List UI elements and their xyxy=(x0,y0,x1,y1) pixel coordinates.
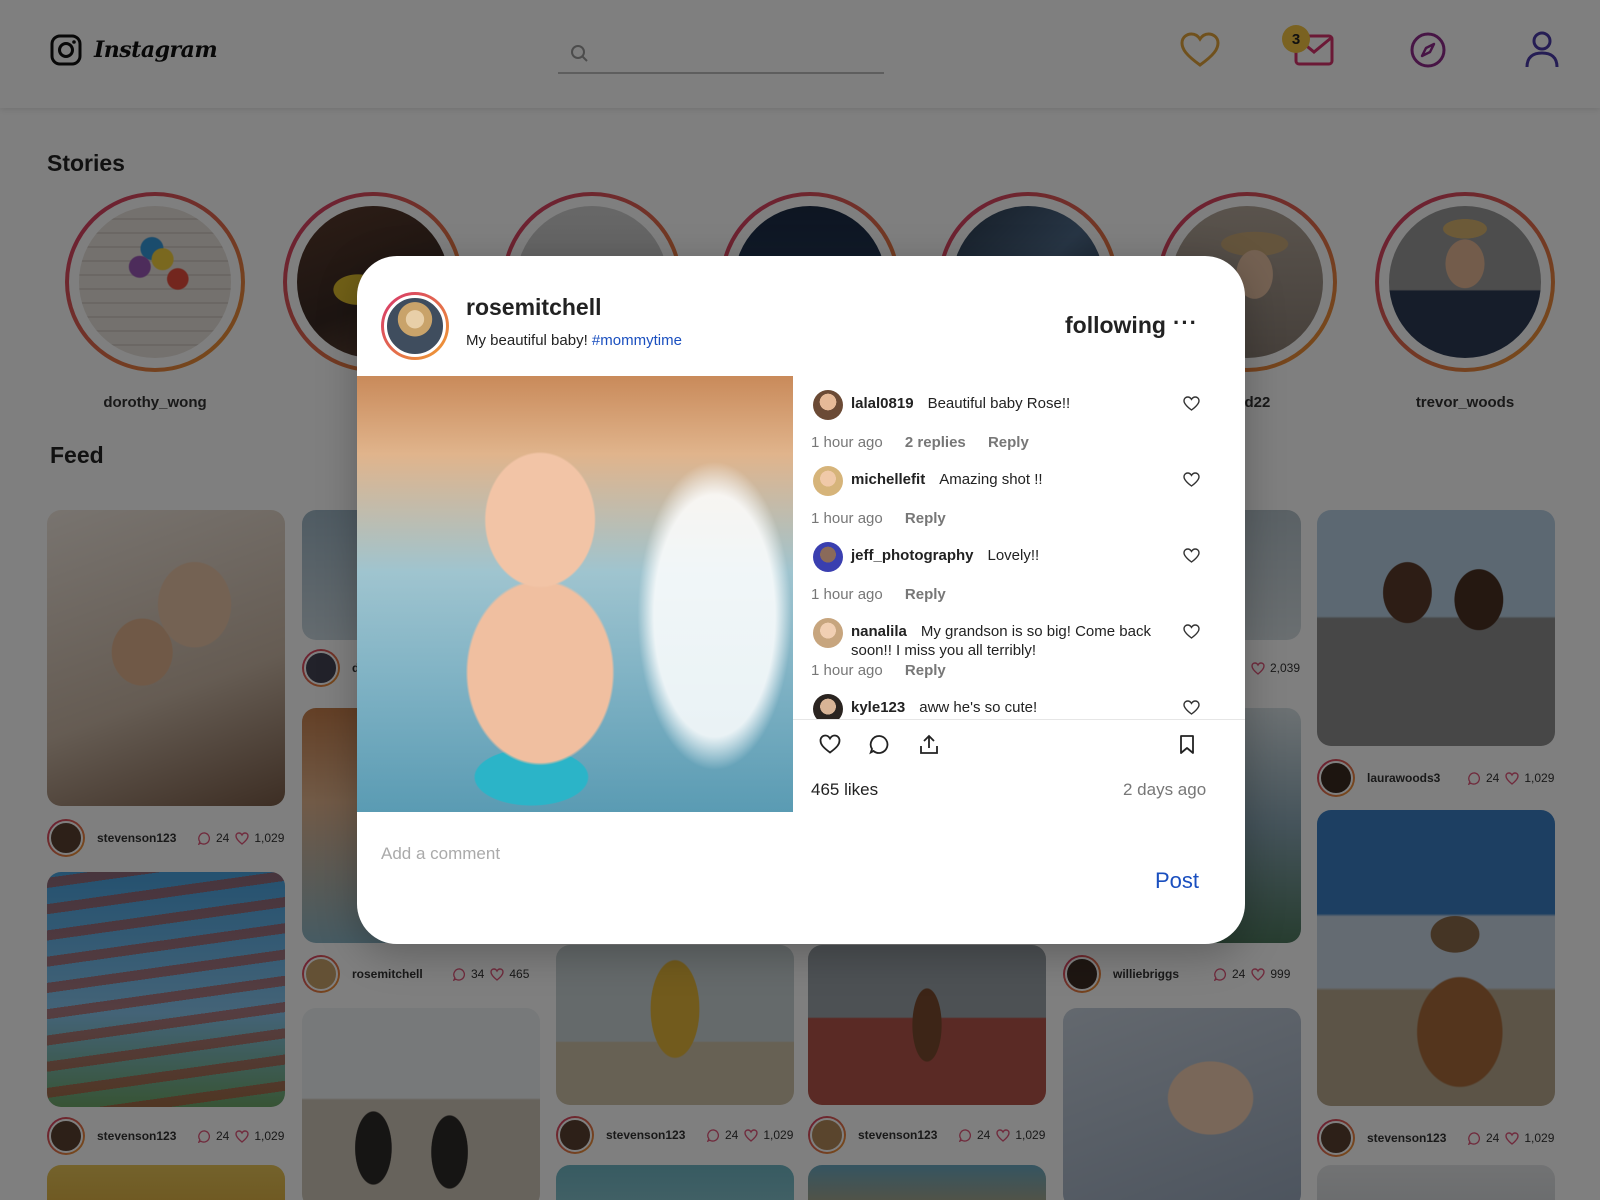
heart-icon[interactable] xyxy=(1183,624,1200,644)
heart-icon[interactable] xyxy=(1183,548,1200,568)
comment-body: lalal0819 Beautiful baby Rose!! xyxy=(851,394,1171,413)
post-header: rosemitchell My beautiful baby! #mommyti… xyxy=(357,256,1245,376)
bookmark-icon[interactable] xyxy=(1179,734,1195,760)
post-comment-button[interactable]: Post xyxy=(1155,868,1199,894)
comment-body: kyle123 aww he's so cute! xyxy=(851,698,1171,717)
comment-meta: 1 hour ago Reply xyxy=(811,586,964,603)
heart-icon[interactable] xyxy=(1183,700,1200,719)
caption-text: My beautiful baby! xyxy=(466,332,588,349)
commenter-avatar[interactable] xyxy=(813,466,843,496)
comment-time: 1 hour ago xyxy=(811,510,883,527)
heart-icon[interactable] xyxy=(1183,396,1200,416)
commenter-username[interactable]: kyle123 xyxy=(851,699,905,716)
reply-link[interactable]: Reply xyxy=(905,510,946,527)
more-options-icon[interactable]: ··· xyxy=(1173,310,1198,336)
view-replies-link[interactable]: 2 replies xyxy=(905,434,966,451)
post-timestamp: 2 days ago xyxy=(1123,780,1207,799)
comment-meta: 1 hour ago Reply xyxy=(811,510,964,527)
comment-meta: 1 hour ago Reply xyxy=(811,662,964,679)
post-caption: My beautiful baby! #mommytime xyxy=(466,332,682,349)
likes-count[interactable]: 465 likes xyxy=(811,780,878,800)
share-icon[interactable] xyxy=(919,734,939,760)
commenter-username[interactable]: michellefit xyxy=(851,471,925,488)
comment-time: 1 hour ago xyxy=(811,434,883,451)
comment-body: nanalila My grandson is so big! Come back… xyxy=(851,622,1171,660)
reply-link[interactable]: Reply xyxy=(905,662,946,679)
commenter-username[interactable]: nanalila xyxy=(851,623,907,640)
hashtag-link[interactable]: #mommytime xyxy=(592,332,682,349)
commenter-avatar[interactable] xyxy=(813,542,843,572)
comment-body: michellefit Amazing shot !! xyxy=(851,470,1171,489)
commenter-avatar[interactable] xyxy=(813,618,843,648)
author-avatar[interactable] xyxy=(381,292,449,360)
commenter-username[interactable]: lalal0819 xyxy=(851,395,914,412)
add-comment-input[interactable] xyxy=(381,844,1081,864)
comment-meta: 1 hour ago 2 replies Reply xyxy=(811,434,1047,451)
commenter-avatar[interactable] xyxy=(813,694,843,719)
post-actions xyxy=(793,728,1245,768)
post-modal: rosemitchell My beautiful baby! #mommyti… xyxy=(357,256,1245,944)
comment-text: Beautiful baby Rose!! xyxy=(927,395,1071,412)
comment-time: 1 hour ago xyxy=(811,586,883,603)
post-image xyxy=(357,376,793,812)
commenter-username[interactable]: jeff_photography xyxy=(851,547,974,564)
comment-time: 1 hour ago xyxy=(811,662,883,679)
reply-link[interactable]: Reply xyxy=(905,586,946,603)
like-heart-icon[interactable] xyxy=(819,734,841,759)
comment-icon[interactable] xyxy=(869,734,890,760)
comment-text: aww he's so cute! xyxy=(919,699,1038,716)
reply-link[interactable]: Reply xyxy=(988,434,1029,451)
comment-text: Lovely!! xyxy=(987,547,1040,564)
commenter-avatar[interactable] xyxy=(813,390,843,420)
following-button[interactable]: following xyxy=(1065,312,1166,339)
comments-list[interactable]: lalal0819 Beautiful baby Rose!! 1 hour ag… xyxy=(793,376,1245,720)
comment-body: jeff_photography Lovely!! xyxy=(851,546,1171,565)
author-username[interactable]: rosemitchell xyxy=(466,294,602,321)
comment-text: Amazing shot !! xyxy=(939,471,1043,488)
heart-icon[interactable] xyxy=(1183,472,1200,492)
